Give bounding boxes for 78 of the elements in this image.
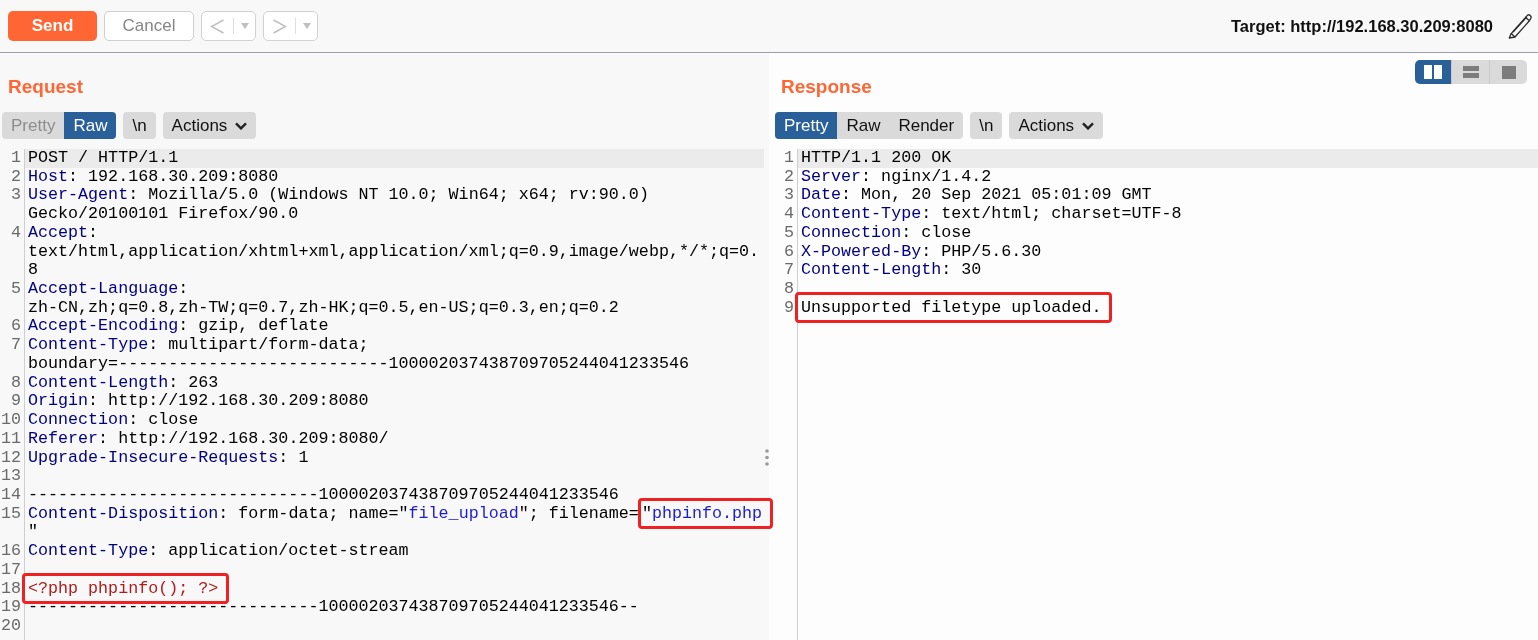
code-line: Connection: close xyxy=(28,410,199,430)
line-number: 18 xyxy=(0,579,22,599)
code-line: Host: 192.168.30.209:8080 xyxy=(28,166,279,186)
code-line: Content-Type: application/octet-stream xyxy=(28,541,409,561)
columns-icon xyxy=(1424,65,1442,79)
line-number: 19 xyxy=(0,598,22,617)
code-line: HTTP/1.1 200 OK xyxy=(801,148,952,167)
code-line: Date: Mon, 20 Sep 2021 05:01:09 GMT xyxy=(801,185,1152,205)
chevron-down-icon xyxy=(235,121,248,130)
code-line: POST / HTTP/1.1 xyxy=(28,148,179,167)
code-line: Upgrade-Insecure-Requests: 1 xyxy=(28,447,309,467)
square-icon xyxy=(1501,65,1516,79)
line-number: 14 xyxy=(0,485,22,505)
line-number: 8 xyxy=(10,373,22,393)
chevron-down-icon xyxy=(1082,121,1095,130)
chevron-left-icon xyxy=(210,18,225,34)
marked-code-text: Unsupported filetype uploaded. xyxy=(795,291,1113,323)
code-line: Accept-Language: zh-CN,zh;q=0.8,zh-TW;q=0.7,zh-HK;q=0.5,en-US;q=0.3,en;q=0.2 xyxy=(28,279,619,317)
view-tab[interactable]: Raw xyxy=(837,112,890,139)
caret-down-icon xyxy=(240,23,249,29)
view-tab[interactable]: Pretty xyxy=(775,112,838,139)
newline-toggle-button[interactable]: \n xyxy=(970,112,1003,139)
code-line: Content-Type: multipart/form-data; boundary=---------------------------100002037438709705244041233546 xyxy=(28,335,689,373)
code-line: Origin: http://192.168.30.209:8080 xyxy=(28,391,369,411)
line-number: 10 xyxy=(0,411,22,430)
layout-button[interactable] xyxy=(1415,60,1451,84)
pencil-icon[interactable] xyxy=(1508,13,1532,39)
line-number: 5 xyxy=(10,280,22,301)
line-number: 11 xyxy=(0,429,22,449)
rows-icon xyxy=(1462,66,1479,78)
line-number: 7 xyxy=(10,336,22,357)
line-number: 9 xyxy=(783,298,795,318)
pane-title: Response xyxy=(781,75,872,99)
caret-down-icon xyxy=(302,23,311,29)
pane-title: Request xyxy=(8,75,83,99)
chevron-right-icon xyxy=(272,18,287,34)
line-number: 4 xyxy=(783,205,795,224)
line-number: 6 xyxy=(783,242,795,262)
line-number: 1 xyxy=(783,149,795,168)
line-number: 9 xyxy=(10,392,22,412)
code-line: X-Powered-By: PHP/5.6.30 xyxy=(801,241,1042,261)
line-number: 3 xyxy=(783,186,795,206)
line-number: 5 xyxy=(783,223,795,243)
line-number: 16 xyxy=(0,542,22,561)
code-line: User-Agent: Mozilla/5.0 (Windows NT 10.0; Win64; x64; rv:90.0) Gecko/20100101 Firefox/90.0 xyxy=(28,185,650,224)
line-number: 3 xyxy=(10,186,22,207)
code-line: " xyxy=(28,522,38,542)
line-number: 8 xyxy=(783,280,795,299)
code-line: Server: nginx/1.4.2 xyxy=(801,166,992,186)
line-number: 20 xyxy=(0,616,22,636)
line-number: 17 xyxy=(0,560,22,580)
view-tab[interactable]: Raw xyxy=(64,112,117,139)
code-line: Accept-Encoding: gzip, deflate xyxy=(28,316,329,336)
line-number: 6 xyxy=(10,317,22,337)
line-number: 15 xyxy=(0,504,22,525)
code-line: Accept: text/html,application/xhtml+xml,application/xml;q=0.9,image/webp,*/*;q=0.8 xyxy=(28,222,760,280)
code-line: Content-Type: text/html; charset=UTF-8 xyxy=(801,204,1182,224)
line-number: 7 xyxy=(783,261,795,281)
line-number: 2 xyxy=(783,167,795,187)
line-number: 13 xyxy=(0,467,22,486)
code-line: Connection: close xyxy=(801,222,972,242)
view-tab[interactable]: Render xyxy=(889,112,964,139)
code-line: Content-Length: 30 xyxy=(801,260,982,280)
vertical-dots-icon[interactable] xyxy=(764,449,769,466)
code-line: Content-Disposition: form-data; name="file_upload"; filename= xyxy=(28,503,639,523)
line-number: 1 xyxy=(10,149,22,168)
actions-menu-button[interactable]: Actions xyxy=(1009,112,1104,139)
target-label: Target: http://192.168.30.209:8080 xyxy=(1231,16,1493,36)
line-number: 12 xyxy=(0,448,22,468)
newline-toggle-button[interactable]: \n xyxy=(123,112,156,139)
line-number: 4 xyxy=(10,223,22,244)
code-line: Referer: http://192.168.30.209:8080/ xyxy=(28,428,389,448)
code-line: Content-Length: 263 xyxy=(28,372,219,392)
actions-menu-button[interactable]: Actions xyxy=(162,112,257,139)
code-line: -----------------------------100002037438709705244041233546 xyxy=(28,484,619,504)
marked-code-text: "phpinfo.php xyxy=(637,497,774,529)
line-number: 2 xyxy=(10,167,22,187)
marked-code-text: <?php phpinfo(); ?> xyxy=(22,572,230,604)
